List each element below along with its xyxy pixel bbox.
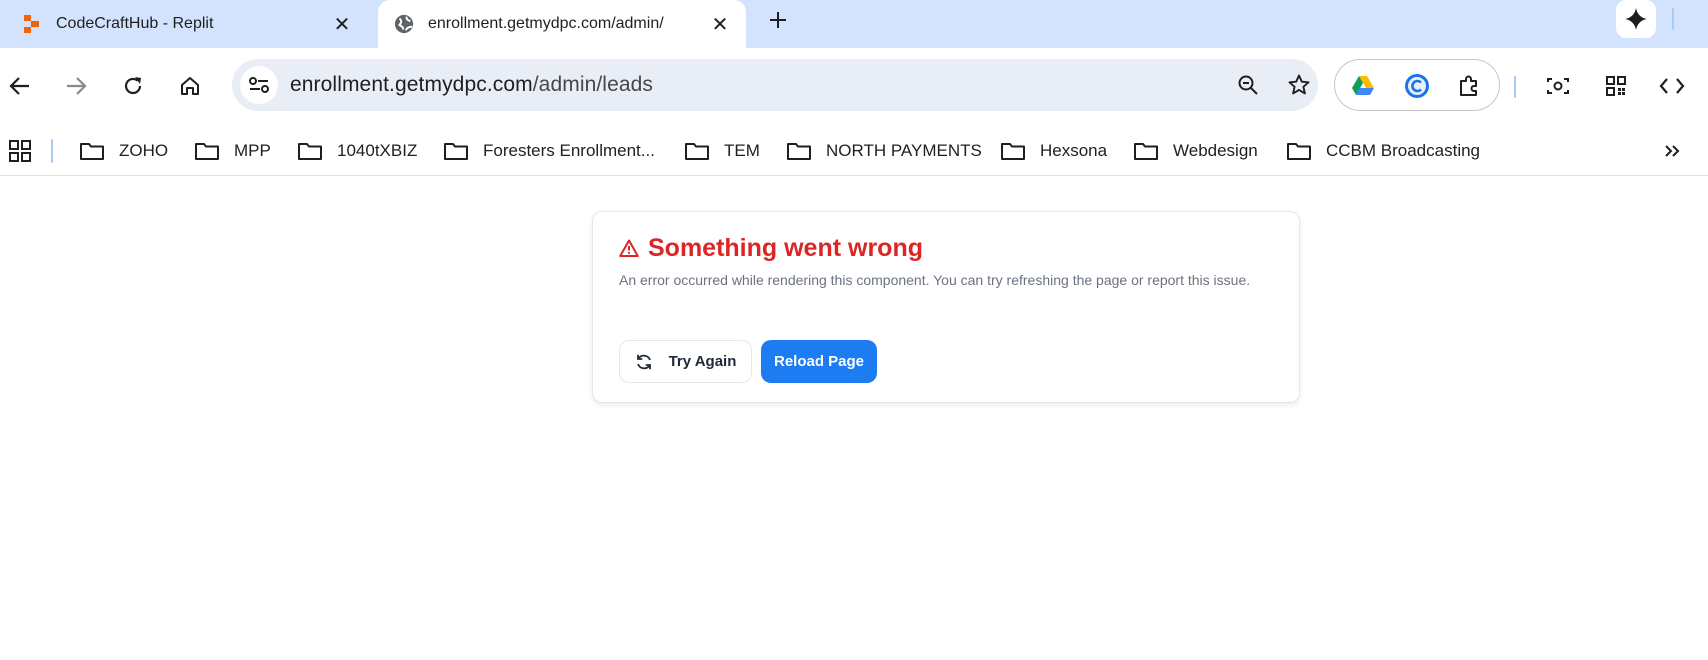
error-message: An error occurred while rendering this c… bbox=[619, 272, 1251, 288]
tab-codecrafthub[interactable]: CodeCraftHub - Replit ✕ bbox=[0, 0, 368, 48]
qr-code-icon bbox=[1606, 76, 1626, 96]
try-again-button[interactable]: Try Again bbox=[619, 340, 752, 383]
error-heading: Something went wrong bbox=[619, 234, 923, 263]
home-button[interactable] bbox=[170, 66, 210, 106]
plus-icon bbox=[770, 12, 786, 28]
bookmark-label: ZOHO bbox=[119, 141, 169, 160]
apps-grid-icon bbox=[9, 140, 31, 162]
divider bbox=[1514, 76, 1516, 98]
extensions-group bbox=[1334, 59, 1500, 111]
close-tab-icon[interactable]: ✕ bbox=[706, 10, 734, 38]
divider bbox=[1672, 8, 1674, 30]
bookmark-label: NORTH PAYMENTS bbox=[826, 141, 982, 160]
code-icon bbox=[1659, 78, 1685, 94]
bookmark-star-button[interactable] bbox=[1279, 65, 1319, 105]
address-bar[interactable]: enrollment.getmydpc.com/admin/leads bbox=[232, 59, 1318, 111]
bookmark-label: 1040tXBIZ bbox=[337, 141, 418, 160]
divider bbox=[51, 139, 53, 163]
close-tab-icon[interactable]: ✕ bbox=[328, 10, 356, 38]
bookmarks-bar: ZOHO MPP 1040tXBIZ Foresters Enrollment.… bbox=[0, 126, 1708, 176]
zoom-icon bbox=[1238, 75, 1258, 95]
tune-icon bbox=[249, 77, 269, 93]
sparkle-icon bbox=[1625, 8, 1647, 30]
bookmark-folder[interactable]: Foresters Enrollment... bbox=[443, 135, 655, 167]
folder-icon bbox=[195, 143, 219, 160]
folder-icon bbox=[1287, 143, 1311, 160]
replit-logo-icon bbox=[22, 14, 42, 34]
more-bookmarks-button[interactable] bbox=[1656, 135, 1688, 167]
error-title: Something went wrong bbox=[648, 234, 923, 262]
devtools-button[interactable] bbox=[1652, 66, 1692, 106]
apps-button[interactable] bbox=[4, 135, 36, 167]
globe-icon bbox=[394, 14, 414, 34]
tab-enrollment[interactable]: enrollment.getmydpc.com/admin/ ✕ bbox=[378, 0, 746, 48]
puzzle-icon bbox=[1460, 75, 1477, 96]
bookmark-folder[interactable]: MPP bbox=[194, 135, 271, 167]
google-drive-extension[interactable] bbox=[1343, 66, 1383, 106]
tab-title: enrollment.getmydpc.com/admin/ bbox=[428, 15, 664, 32]
page-content: Something went wrong An error occurred w… bbox=[0, 177, 1708, 660]
screenshot-button[interactable] bbox=[1538, 66, 1578, 106]
star-icon bbox=[1288, 74, 1310, 95]
folder-icon bbox=[1001, 143, 1025, 160]
bookmark-folder[interactable]: 1040tXBIZ bbox=[297, 135, 417, 167]
tab-strip: CodeCraftHub - Replit ✕ enrollment.getmy… bbox=[0, 0, 1708, 48]
tab-title: CodeCraftHub - Replit bbox=[56, 15, 214, 32]
back-button[interactable] bbox=[0, 66, 40, 106]
reload-page-button[interactable]: Reload Page bbox=[761, 340, 877, 383]
double-chevron-right-icon bbox=[1665, 145, 1680, 157]
folder-icon bbox=[80, 143, 104, 160]
cloud-c-extension[interactable] bbox=[1397, 66, 1437, 106]
forward-icon bbox=[67, 77, 87, 95]
reload-page-label: Reload Page bbox=[773, 353, 865, 370]
home-icon bbox=[181, 77, 199, 95]
bookmark-folder[interactable]: ZOHO bbox=[79, 135, 168, 167]
bookmark-label: MPP bbox=[234, 141, 271, 160]
bookmark-folder[interactable]: Webdesign bbox=[1133, 135, 1258, 167]
site-info-button[interactable] bbox=[240, 66, 278, 104]
zoom-button[interactable] bbox=[1228, 65, 1268, 105]
folder-icon bbox=[685, 143, 709, 160]
qr-code-button[interactable] bbox=[1596, 66, 1636, 106]
bookmark-folder[interactable]: Hexsona bbox=[1000, 135, 1107, 167]
google-drive-icon bbox=[1352, 76, 1374, 95]
new-tab-button[interactable] bbox=[762, 4, 794, 36]
back-icon bbox=[9, 77, 29, 95]
bookmark-folder[interactable]: TEM bbox=[684, 135, 760, 167]
folder-icon bbox=[1134, 143, 1158, 160]
folder-icon bbox=[444, 143, 468, 160]
warning-icon bbox=[619, 239, 639, 257]
bookmark-label: TEM bbox=[724, 141, 760, 160]
screenshot-icon bbox=[1547, 78, 1569, 94]
bookmark-folder[interactable]: CCBM Broadcasting bbox=[1286, 135, 1480, 167]
bookmark-folder[interactable]: NORTH PAYMENTS bbox=[786, 135, 982, 167]
folder-icon bbox=[298, 143, 322, 160]
browser-toolbar: enrollment.getmydpc.com/admin/leads bbox=[0, 48, 1708, 126]
url-host: enrollment.getmydpc.com bbox=[290, 73, 533, 96]
gemini-button[interactable] bbox=[1616, 0, 1656, 38]
url-path: /admin/leads bbox=[532, 73, 654, 96]
try-again-label: Try Again bbox=[668, 353, 737, 370]
forward-button[interactable] bbox=[56, 66, 96, 106]
reload-icon bbox=[124, 77, 142, 95]
refresh-icon bbox=[636, 354, 651, 369]
bookmark-label: CCBM Broadcasting bbox=[1326, 141, 1481, 160]
folder-icon bbox=[787, 143, 811, 160]
cloud-c-icon bbox=[1405, 74, 1429, 98]
error-card: Something went wrong An error occurred w… bbox=[592, 211, 1300, 403]
reload-button[interactable] bbox=[113, 66, 153, 106]
bookmark-label: Hexsona bbox=[1040, 141, 1108, 160]
bookmark-label: Foresters Enrollment... bbox=[483, 141, 655, 160]
bookmark-label: Webdesign bbox=[1173, 141, 1258, 160]
extensions-menu-button[interactable] bbox=[1449, 66, 1489, 106]
url-text[interactable]: enrollment.getmydpc.com/admin/leads bbox=[290, 73, 653, 97]
